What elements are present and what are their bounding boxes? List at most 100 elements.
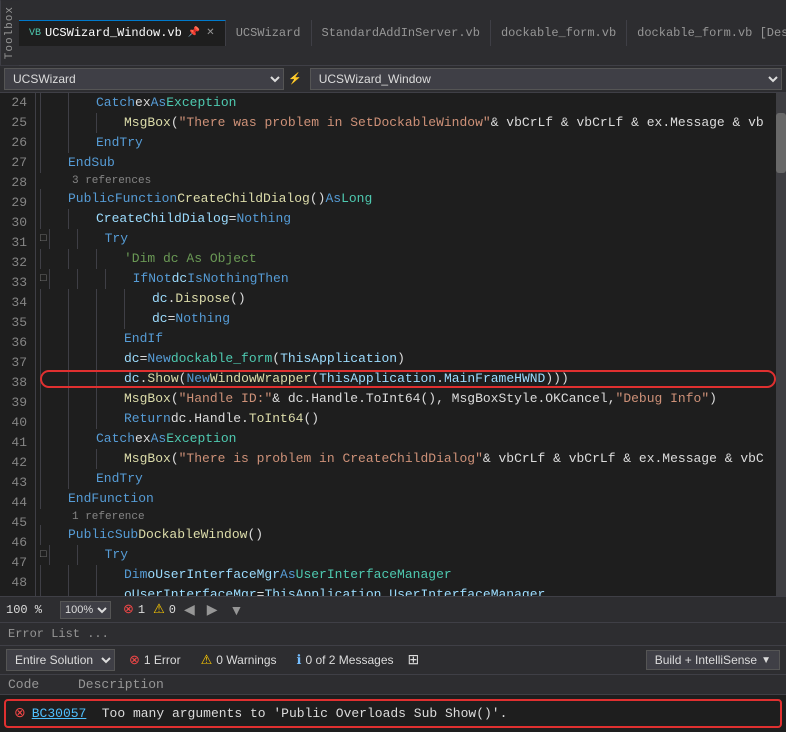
- token-var: MainFrameHWND: [444, 369, 545, 389]
- error-row-code[interactable]: BC30057: [32, 706, 102, 721]
- token-plain: ex: [135, 429, 151, 449]
- indent-48: [40, 489, 68, 509]
- token-kw: Sub: [91, 153, 114, 173]
- tab-dockable-form[interactable]: dockable_form.vb: [491, 20, 627, 46]
- warn-count-icon: ⚠: [201, 652, 213, 668]
- token-var: dc: [152, 309, 168, 329]
- error-count-button[interactable]: ⊗ 1 Error: [123, 650, 187, 670]
- token-var: ThisApplication: [264, 585, 381, 596]
- token-kw: New: [147, 349, 170, 369]
- tab-label-ucswizard-window: UCSWizard_Window.vb: [45, 26, 182, 40]
- nav-forward-button[interactable]: ▶: [203, 601, 222, 618]
- indent-33: [49, 229, 105, 249]
- token-str: "There was problem in SetDockableWindow": [179, 113, 491, 133]
- token-var: oUserInterfaceMgr: [147, 565, 280, 585]
- scrollbar-thumb[interactable]: [776, 113, 786, 173]
- token-kw: New: [186, 369, 209, 389]
- ref-count-50: 1 reference: [40, 509, 776, 525]
- tab-standardaddinserver[interactable]: StandardAddInServer.vb: [312, 20, 491, 46]
- tab-dockable-form-design[interactable]: dockable_form.vb [Design]: [627, 20, 786, 46]
- indent-40: [40, 369, 124, 389]
- build-intellisense-label: Build + IntelliSense: [655, 653, 757, 667]
- token-plain: & vbCrLf & vbCrLf & ex.Message & vb: [491, 113, 764, 133]
- token-plain: (): [310, 189, 326, 209]
- nav-bar: 100 % 100% ⊗ 1 ⚠ 0 ◀ ▶ ▼: [0, 596, 786, 622]
- error-row-icon: ⊗: [14, 705, 26, 722]
- token-kw: Not: [148, 269, 171, 289]
- token-method: MsgBox: [124, 449, 171, 469]
- token-plain: ))): [545, 369, 568, 389]
- token-plain: & vbCrLf & vbCrLf & ex.Message & vbC: [483, 449, 764, 469]
- token-var: dc: [124, 369, 140, 389]
- class-selector[interactable]: UCSWizard: [4, 68, 284, 90]
- token-plain: ex: [135, 93, 151, 113]
- token-plain: (: [171, 113, 179, 133]
- zoom-select[interactable]: 100%: [60, 601, 111, 619]
- tab-ucswizard[interactable]: UCSWizard: [226, 20, 312, 46]
- close-icon-tab0[interactable]: ✕: [206, 27, 214, 39]
- indent-37: [40, 309, 152, 329]
- error-status-icon: ⊗: [123, 602, 134, 617]
- nav-back-button[interactable]: ◀: [180, 601, 199, 618]
- lightning-icon: ⚡: [288, 72, 302, 86]
- indent-27: [40, 153, 68, 173]
- tab-ucswizard-window[interactable]: VB UCSWizard_Window.vb 📌 ✕: [19, 20, 226, 46]
- indent-45: [40, 449, 124, 469]
- warning-count-button[interactable]: ⚠ 0 Warnings: [195, 650, 283, 670]
- token-kw: Public: [68, 189, 115, 209]
- token-plain: dc.Handle.: [171, 409, 249, 429]
- indent-52: [40, 565, 124, 585]
- token-plain: & dc.Handle.ToInt64(), MsgBoxStyle.OKCan…: [272, 389, 615, 409]
- token-kw: End: [96, 469, 119, 489]
- token-kw: Function: [115, 189, 177, 209]
- zoom-level: 100 %: [6, 603, 56, 617]
- code-line-45: MsgBox("There is problem in CreateChildD…: [40, 449, 776, 469]
- code-line-46: End Try: [40, 469, 776, 489]
- indent-25: [40, 113, 124, 133]
- indent-36: [40, 289, 152, 309]
- indent-38: [40, 329, 124, 349]
- token-kw: Is: [187, 269, 203, 289]
- token-method: MsgBox: [124, 113, 171, 133]
- code-line-51: □ Try: [40, 545, 776, 565]
- code-content[interactable]: Catch ex As ExceptionMsgBox("There was p…: [36, 93, 776, 596]
- token-method: CreateChildDialog: [177, 189, 310, 209]
- indent-35: [49, 269, 133, 289]
- build-dropdown-icon[interactable]: ▼: [761, 655, 771, 666]
- collapse-btn-35[interactable]: □: [40, 269, 47, 289]
- editor-area: 2425262728293031323334353637383940414243…: [0, 93, 786, 596]
- token-kw: Try: [105, 545, 128, 565]
- token-kw: Try: [105, 229, 128, 249]
- code-line-34: 'Dim dc As Object: [40, 249, 776, 269]
- token-comment: 'Dim dc As Object: [124, 249, 257, 269]
- nav-menu-button[interactable]: ▼: [226, 602, 248, 618]
- messages-count-button[interactable]: ℹ 0 of 2 Messages: [291, 650, 400, 670]
- token-kw: Public: [68, 525, 115, 545]
- token-var: dc: [152, 289, 168, 309]
- token-var: dc: [124, 349, 140, 369]
- token-type: UserInterfaceManager: [296, 565, 452, 585]
- code-line-26: End Try: [40, 133, 776, 153]
- token-kw: End: [68, 153, 91, 173]
- selector-bar: UCSWizard ⚡ UCSWizard_Window: [0, 66, 786, 93]
- toolbox-label: Toolbox: [0, 0, 19, 65]
- build-intellisense-button[interactable]: Build + IntelliSense ▼: [646, 650, 780, 670]
- tab-label-dockable-form-design: dockable_form.vb [Design]: [637, 26, 786, 40]
- scope-selector[interactable]: Entire Solution: [6, 649, 115, 671]
- scrollbar-vertical[interactable]: [776, 93, 786, 596]
- token-plain: (): [247, 525, 263, 545]
- collapse-btn-33[interactable]: □: [40, 229, 47, 249]
- method-selector[interactable]: UCSWizard_Window: [310, 68, 782, 90]
- pin-icon[interactable]: 📌: [188, 27, 200, 39]
- token-kw: Dim: [124, 565, 147, 585]
- collapse-btn-51[interactable]: □: [40, 545, 47, 565]
- indent-44: [40, 429, 96, 449]
- code-line-48: End Function: [40, 489, 776, 509]
- info-count-icon: ℹ: [297, 652, 302, 668]
- error-row-description: Too many arguments to 'Public Overloads …: [102, 706, 772, 721]
- token-plain: (: [179, 369, 187, 389]
- indent-46: [40, 469, 96, 489]
- token-kw: End: [124, 329, 147, 349]
- code-line-40: ✏dc.Show(New WindowWrapper(ThisApplicati…: [40, 369, 776, 389]
- token-kw: As: [151, 93, 167, 113]
